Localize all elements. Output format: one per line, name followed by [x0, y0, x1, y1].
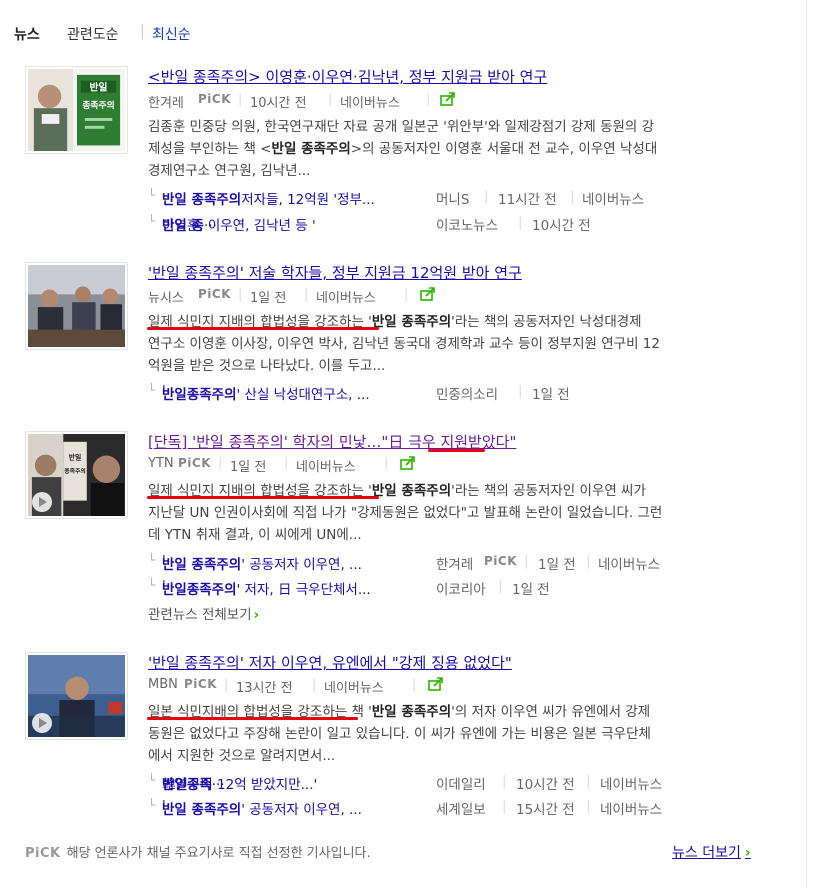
view-all-related-link[interactable]: 관련뉴스 전체보기 ›	[148, 603, 259, 623]
naver-news-link[interactable]: 네이버뉴스	[316, 287, 376, 306]
sort-related-books[interactable]: 관련도순	[67, 24, 119, 44]
naver-news-link[interactable]: 네이버뉴스	[340, 92, 400, 111]
related-time: 10시간 전	[532, 218, 591, 234]
divider: |	[384, 456, 389, 471]
pick-badge: PiCK	[25, 846, 61, 861]
source-name[interactable]: 뉴시스	[148, 287, 184, 306]
meeting-photo	[28, 265, 125, 348]
pick-footer-note: PiCK 해당 언론사가 채널 주요기사로 직접 선정한 기사입니다.	[25, 846, 371, 861]
source-name[interactable]: YTN	[148, 456, 174, 471]
related-time: 11시간 전	[498, 192, 557, 208]
related-source[interactable]: 한겨레	[436, 553, 473, 573]
related-corner-icon: └	[148, 578, 156, 592]
chevron-right-icon: ›	[253, 607, 260, 623]
related-time: 1일 전	[538, 557, 576, 573]
divider: |	[312, 677, 317, 692]
divider: |	[238, 287, 243, 302]
related-source[interactable]: 머니S	[436, 188, 469, 208]
share-icon[interactable]	[440, 92, 456, 110]
divider: |	[412, 677, 417, 692]
article-thumbnail[interactable]	[25, 652, 128, 740]
related-source[interactable]: 이코리아	[436, 578, 486, 598]
naver-news-link[interactable]: 네이버뉴스	[598, 553, 660, 573]
related-corner-icon: └	[148, 214, 156, 228]
article-time: 1일 전	[250, 291, 287, 306]
article-thumbnail[interactable]: 반일 종족주의	[25, 431, 128, 519]
naver-news-link[interactable]: 네이버뉴스	[600, 798, 662, 818]
divider: |	[224, 677, 229, 692]
article-thumbnail[interactable]	[25, 262, 128, 350]
pick-badge: PiCK	[178, 456, 212, 470]
annotation-underline	[147, 496, 379, 499]
related-time: 10시간 전	[516, 777, 575, 793]
play-icon[interactable]	[32, 713, 52, 733]
article-title[interactable]: '반일 종족주의' 저자 이우연, 유엔에서 "강제 징용 없었다"	[148, 652, 512, 673]
chevron-right-icon: ›	[744, 845, 751, 861]
naver-news-link[interactable]: 네이버뉴스	[296, 456, 356, 475]
source-name[interactable]: 한겨레	[148, 92, 184, 111]
article-summary: 일본 식민지배의 합법성을 강조하는 책 '반일 종족주의'의 저자 이우연 씨…	[148, 704, 651, 764]
pick-badge: PiCK	[198, 287, 232, 301]
related-time: 15시간 전	[516, 802, 575, 818]
annotation-underline	[428, 449, 485, 452]
article-thumbnail[interactable]: 반일 종족주의	[25, 66, 128, 154]
article-title[interactable]: '반일 종족주의' 저술 학자들, 정부 지원금 12억원 받아 연구	[148, 262, 522, 283]
naver-news-link[interactable]: 네이버뉴스	[600, 773, 662, 793]
svg-text:반일: 반일	[69, 452, 82, 461]
sort-latest[interactable]: 최신순	[152, 24, 191, 44]
more-news-link[interactable]: 뉴스 더보기 ›	[672, 842, 751, 862]
divider: |	[426, 92, 431, 107]
source-name[interactable]: MBN	[148, 677, 178, 692]
svg-text:반일: 반일	[90, 81, 108, 94]
sort-divider: |	[140, 24, 145, 40]
related-time: 1일 전	[512, 582, 550, 598]
article-summary: 김종훈 민중당 의원, 한국연구재단 자료 공개 일본군 '위안부'와 일제강점…	[148, 119, 658, 179]
article-title[interactable]: <반일 종족주의> 이영훈·이우연·김낙년, 정부 지원금 받아 연구	[148, 66, 547, 87]
share-icon[interactable]	[420, 287, 436, 305]
divider: |	[238, 92, 243, 107]
share-icon[interactable]	[400, 456, 416, 474]
pick-badge: PiCK	[484, 554, 518, 568]
article-summary: 일제 식민지 지배의 합법성을 강조하는 '반일 종족주의'라는 책의 공동저자…	[148, 314, 660, 374]
related-corner-icon: └	[148, 798, 156, 812]
svg-text:종족주의: 종족주의	[64, 467, 86, 475]
related-source[interactable]: 세계일보	[436, 798, 486, 818]
news-panel: 뉴스 관련도순 | 최신순 반일 종족주의 <반일 종족주의> 이영훈·이우연·…	[0, 0, 807, 888]
divider: |	[284, 456, 289, 471]
article-summary: 일제 식민지 지배의 합법성을 강조하는 '반일 종족주의'라는 책의 공동저자…	[148, 483, 663, 543]
related-time: 1일 전	[532, 387, 570, 403]
related-source[interactable]: 이데일리	[436, 773, 486, 793]
play-icon[interactable]	[32, 492, 52, 512]
tab-news[interactable]: 뉴스	[14, 24, 40, 44]
divider: |	[218, 456, 223, 471]
related-corner-icon: └	[148, 553, 156, 567]
pick-badge: PiCK	[198, 92, 232, 106]
book-cover-image: 반일 종족주의	[28, 69, 125, 152]
annotation-underline	[147, 717, 358, 720]
article-time: 1일 전	[230, 460, 267, 475]
divider: |	[304, 287, 309, 302]
related-corner-icon: └	[148, 188, 156, 202]
divider: |	[328, 92, 333, 107]
article-time: 10시간 전	[250, 96, 307, 111]
pick-badge: PiCK	[184, 677, 218, 691]
divider: |	[404, 287, 409, 302]
annotation-underline	[147, 327, 379, 330]
related-source[interactable]: 이코노뉴스	[436, 214, 498, 234]
share-icon[interactable]	[428, 677, 444, 695]
svg-text:종족주의: 종족주의	[82, 99, 114, 111]
naver-news-link[interactable]: 네이버뉴스	[324, 677, 384, 696]
article-time: 13시간 전	[236, 681, 293, 696]
naver-news-link[interactable]: 네이버뉴스	[582, 188, 644, 208]
related-corner-icon: └	[148, 383, 156, 397]
related-corner-icon: └	[148, 773, 156, 787]
related-source[interactable]: 민중의소리	[436, 383, 498, 403]
